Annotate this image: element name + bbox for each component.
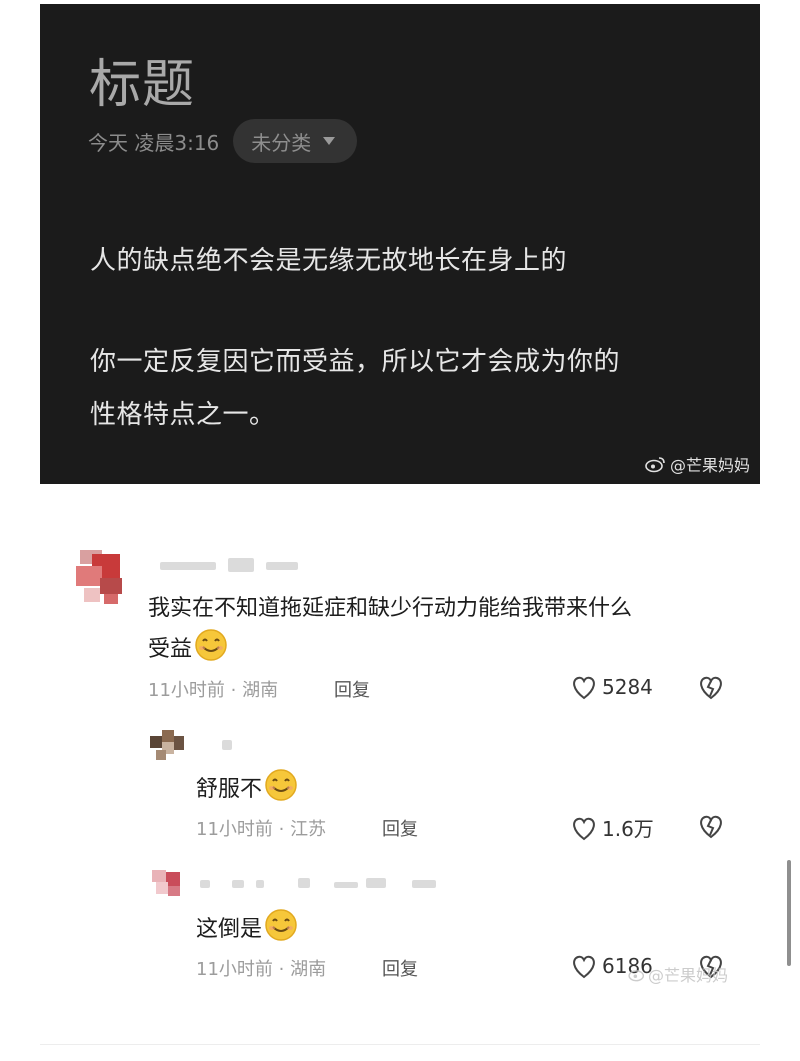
note-body-line: 人的缺点绝不会是无缘无故地长在身上的 xyxy=(90,246,568,276)
heart-icon xyxy=(573,955,595,979)
comment-time: 11小时前 xyxy=(196,959,273,980)
like-count: 5284 xyxy=(602,675,653,699)
note-meta: 今天 凌晨3:16 未分类 xyxy=(88,118,358,164)
smile-emoji-icon xyxy=(195,629,227,661)
scrollbar[interactable] xyxy=(787,860,791,966)
reply-button[interactable]: 回复 xyxy=(382,955,418,981)
caret-down-icon xyxy=(323,137,336,145)
category-label: 未分类 xyxy=(251,130,312,155)
username-blurred xyxy=(366,878,386,888)
comment-meta: 11小时前 · 湖南 xyxy=(148,680,279,701)
username-blurred[interactable] xyxy=(222,740,232,750)
note-watermark: @芒果妈妈 xyxy=(645,452,750,476)
dislike-button[interactable] xyxy=(696,674,726,704)
note-body-line: 你一定反复因它而受益，所以它才会成为你的 xyxy=(90,347,621,377)
reply-button[interactable]: 回复 xyxy=(334,676,370,702)
username-blurred xyxy=(298,878,310,888)
username-blurred xyxy=(256,880,264,888)
comment-meta: 11小时前 · 江苏 xyxy=(196,819,327,840)
comment-time: 11小时前 xyxy=(148,680,225,701)
note-date: 今天 凌晨3:16 xyxy=(88,130,220,155)
avatar[interactable] xyxy=(148,728,186,764)
watermark-text: @芒果妈妈 xyxy=(648,966,729,985)
category-dropdown[interactable]: 未分类 xyxy=(233,119,358,163)
like-button[interactable]: 1.6万 xyxy=(570,813,654,842)
comment-text: 这倒是 xyxy=(196,908,298,943)
divider xyxy=(40,1044,760,1045)
dislike-heart-icon xyxy=(700,815,722,839)
comment-text: 受益 xyxy=(148,628,228,663)
note-body-line: 性格特点之一。 xyxy=(90,400,276,430)
like-button[interactable]: 5284 xyxy=(570,674,653,700)
note-screenshot: 标题 今天 凌晨3:16 未分类 人的缺点绝不会是无缘无故地长在身上的 你一定反… xyxy=(40,4,760,484)
dislike-button[interactable] xyxy=(696,813,726,843)
smile-emoji-icon xyxy=(265,909,297,941)
username-blurred xyxy=(232,880,244,888)
comment-text: 我实在不知道拖延症和缺少行动力能给我带来什么 xyxy=(148,596,633,621)
comment-location: 江苏 xyxy=(290,819,327,840)
comment-location: 湖南 xyxy=(242,680,279,701)
heart-icon xyxy=(573,817,595,840)
note-title: 标题 xyxy=(89,55,196,115)
weibo-icon xyxy=(628,970,645,982)
username-blurred[interactable] xyxy=(160,562,216,570)
bottom-watermark: @芒果妈妈 xyxy=(628,962,728,986)
dislike-heart-icon xyxy=(700,676,722,700)
username-blurred xyxy=(266,562,298,570)
reply-button[interactable]: 回复 xyxy=(382,815,418,841)
comment-location: 湖南 xyxy=(290,959,327,980)
heart-icon xyxy=(573,676,595,700)
username-blurred[interactable] xyxy=(200,880,210,888)
like-count: 1.6万 xyxy=(602,817,654,841)
weibo-icon xyxy=(645,457,665,473)
username-blurred xyxy=(334,882,358,888)
watermark-text: @芒果妈妈 xyxy=(669,456,750,475)
comment-meta: 11小时前 · 湖南 xyxy=(196,959,327,980)
username-blurred xyxy=(412,880,436,888)
avatar[interactable] xyxy=(70,548,132,610)
smile-emoji-icon xyxy=(265,769,297,801)
username-blurred xyxy=(228,558,254,572)
avatar[interactable] xyxy=(148,866,186,902)
comment-time: 11小时前 xyxy=(196,819,273,840)
comment-text: 舒服不 xyxy=(196,768,298,803)
